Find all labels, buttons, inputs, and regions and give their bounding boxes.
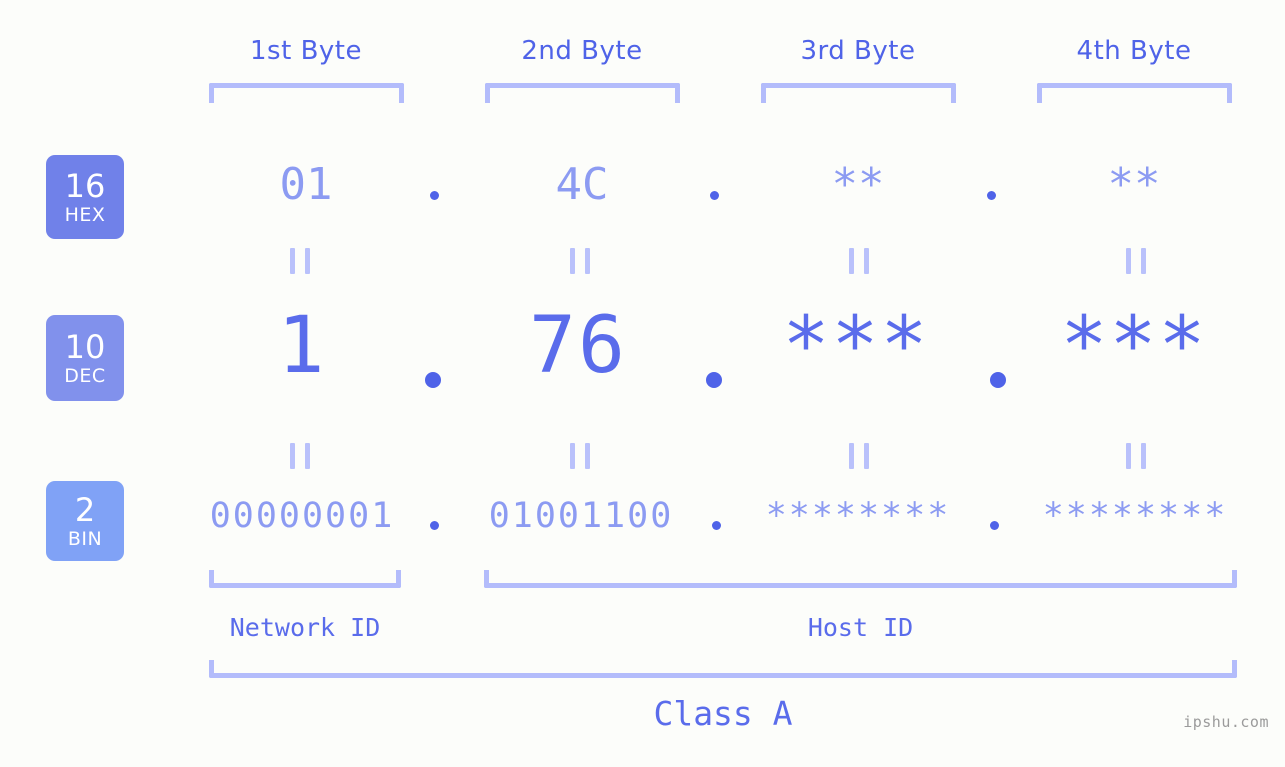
class-bracket [209, 660, 1237, 678]
watermark: ipshu.com [1183, 713, 1269, 731]
dec-byte-3: *** [782, 301, 930, 391]
hex-byte-3: ** [831, 159, 885, 210]
equals-mark-hex-dec-3 [849, 248, 869, 274]
dec-byte-1: 1 [277, 301, 327, 391]
hex-row: 01 4C ** ** [0, 150, 1285, 220]
bin-row: 00000001 01001100 ******** ******** [0, 490, 1285, 542]
byte-header-2: 2nd Byte [521, 36, 643, 66]
byte-bracket-3 [761, 83, 956, 103]
ip-address-breakdown-diagram: 1st Byte 2nd Byte 3rd Byte 4th Byte 16 H… [0, 0, 1285, 767]
host-id-label: Host ID [807, 613, 914, 642]
equals-mark-hex-dec-4 [1126, 248, 1146, 274]
bin-byte-1: 00000001 [209, 496, 395, 536]
network-id-label: Network ID [229, 613, 381, 642]
byte-bracket-2 [485, 83, 680, 103]
bin-byte-3: ******** [765, 496, 951, 536]
bin-byte-4: ******** [1042, 496, 1228, 536]
bin-separator-2 [712, 521, 721, 530]
byte-header-4: 4th Byte [1076, 36, 1192, 66]
hex-separator-1 [430, 191, 439, 200]
equals-mark-dec-bin-4 [1126, 443, 1146, 469]
network-id-bracket [209, 570, 401, 588]
hex-byte-2: 4C [555, 159, 609, 210]
hex-separator-2 [710, 191, 719, 200]
equals-mark-dec-bin-3 [849, 443, 869, 469]
bin-separator-3 [990, 521, 999, 530]
dec-row: 1 76 *** *** [0, 296, 1285, 396]
hex-separator-3 [987, 191, 996, 200]
bin-byte-2: 01001100 [488, 496, 674, 536]
equals-mark-dec-bin-2 [570, 443, 590, 469]
dec-byte-2: 76 [529, 301, 627, 391]
dec-byte-4: *** [1060, 301, 1208, 391]
host-id-bracket [484, 570, 1237, 588]
equals-mark-hex-dec-1 [290, 248, 310, 274]
byte-bracket-4 [1037, 83, 1232, 103]
byte-bracket-1 [209, 83, 404, 103]
hex-byte-1: 01 [279, 159, 333, 210]
byte-header-1: 1st Byte [250, 36, 362, 66]
equals-mark-dec-bin-1 [290, 443, 310, 469]
dec-separator-2 [706, 372, 722, 388]
class-label: Class A [653, 694, 793, 733]
dec-separator-3 [990, 372, 1006, 388]
equals-mark-hex-dec-2 [570, 248, 590, 274]
byte-header-3: 3rd Byte [800, 36, 916, 66]
dec-separator-1 [425, 372, 441, 388]
bin-separator-1 [430, 521, 439, 530]
hex-byte-4: ** [1107, 159, 1161, 210]
